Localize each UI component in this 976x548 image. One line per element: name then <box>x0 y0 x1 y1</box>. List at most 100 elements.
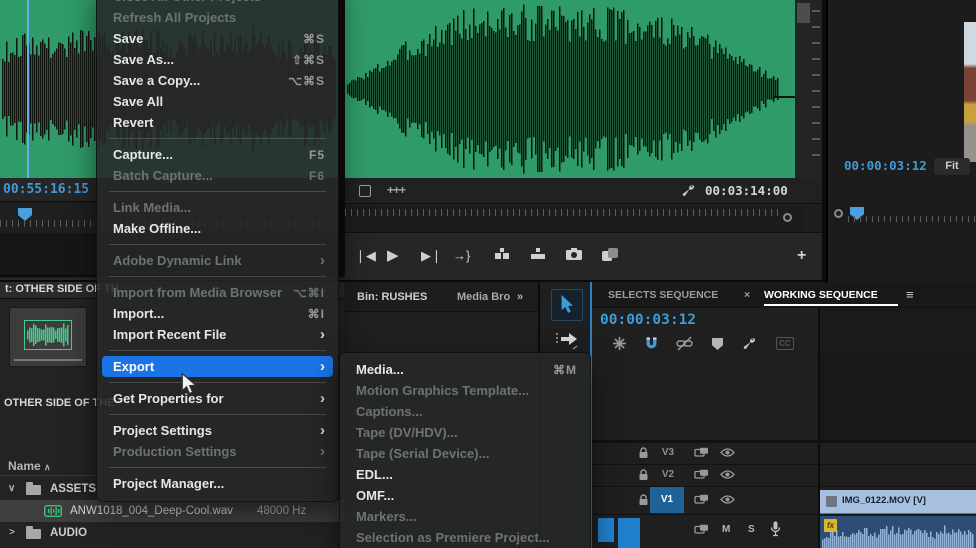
clip-mini-timeline[interactable] <box>345 205 805 232</box>
timeline-settings-wrench-icon[interactable] <box>742 336 757 351</box>
menu-item-markers: Markers... <box>340 506 590 527</box>
button-editor-icon[interactable]: + <box>797 247 806 265</box>
mute-button[interactable]: M <box>722 524 730 535</box>
overwrite-button[interactable] <box>529 247 547 263</box>
menu-item-close-all-other-projects: Close All Other Projects <box>97 0 338 7</box>
nest-sequence-icon[interactable] <box>612 336 627 351</box>
scrollbar-handle[interactable] <box>797 3 810 23</box>
menu-item-edl[interactable]: EDL... <box>340 464 590 485</box>
menu-item-revert[interactable]: Revert <box>97 112 338 133</box>
clip-row-selected[interactable]: ANW1018_004_Deep-Cool.wav 48000 Hz <box>0 500 344 522</box>
drag-audio-icon[interactable]: +++ <box>387 183 405 197</box>
export-frame-button[interactable] <box>565 247 583 261</box>
panel-menu-icon[interactable]: ≡ <box>906 282 914 308</box>
sync-lock-icon[interactable] <box>694 469 709 480</box>
menu-item-project-settings[interactable]: Project Settings › <box>97 420 338 441</box>
expand-caret-icon[interactable]: > <box>9 522 15 544</box>
menu-item-link-media: Link Media... <box>97 197 338 218</box>
lock-icon[interactable] <box>638 469 649 481</box>
insert-button[interactable] <box>493 247 511 263</box>
timeline-timecode: 00:00:03:12 <box>600 312 696 328</box>
clip-waveform-view[interactable] <box>345 0 795 178</box>
program-monitor: 00:00:03:12 Fit <box>826 0 976 282</box>
zoom-level-dropdown[interactable]: Fit <box>934 158 970 175</box>
scroll-knob-icon[interactable] <box>783 213 792 222</box>
comparison-view-button[interactable] <box>601 247 619 263</box>
submenu-arrow-icon: › <box>320 250 325 271</box>
menu-item-omf[interactable]: OMF... <box>340 485 590 506</box>
scroll-knob-icon[interactable] <box>834 209 843 218</box>
play-button[interactable]: ▶ <box>387 247 399 265</box>
track-output-eye-icon[interactable] <box>720 447 735 458</box>
source-patch-a1[interactable] <box>598 518 614 542</box>
menu-separator <box>97 186 338 197</box>
ruler-ticks <box>848 216 976 222</box>
panel-divider[interactable] <box>338 0 345 275</box>
waveform-thumbnail-frame <box>24 320 72 350</box>
track-output-eye-icon[interactable] <box>720 494 735 505</box>
timeline-clip-audio[interactable]: fx <box>820 516 976 548</box>
menu-item-save-as[interactable]: Save As... ⇧⌘S <box>97 49 338 70</box>
tab-close-icon[interactable]: × <box>744 282 750 308</box>
clip-preview-thumbnail[interactable] <box>9 307 87 367</box>
folder-icon <box>26 485 41 495</box>
drag-video-icon[interactable] <box>359 185 371 197</box>
tab-selects-sequence[interactable]: SELECTS SEQUENCE <box>608 282 718 308</box>
menu-item-save[interactable]: Save ⌘S <box>97 28 338 49</box>
bin-row-audio[interactable]: > AUDIO <box>0 522 344 544</box>
menu-separator <box>97 133 338 144</box>
selection-tool-button[interactable] <box>551 289 583 321</box>
thumbnail-scrubber[interactable] <box>14 359 82 361</box>
playhead-line[interactable] <box>27 0 29 178</box>
ruler-ticks <box>345 209 781 216</box>
program-mini-timeline[interactable] <box>828 200 976 230</box>
timeline-track-area-lower <box>820 354 976 440</box>
tab-overflow-icon[interactable]: » <box>517 282 523 312</box>
folder-icon <box>26 529 41 539</box>
step-forward-button[interactable]: ▶❘ <box>421 247 442 265</box>
menu-item-import[interactable]: Import... ⌘I <box>97 303 338 324</box>
clip-monitor-timecode: 00:03:14:00 <box>705 183 788 198</box>
sync-lock-icon[interactable] <box>694 524 709 535</box>
submenu-arrow-icon: › <box>320 356 325 377</box>
track-label-v3[interactable]: V3 <box>654 447 682 458</box>
timeline-toolbar: CC <box>592 334 818 356</box>
settings-wrench-icon[interactable] <box>681 183 696 198</box>
sync-lock-icon[interactable] <box>694 447 709 458</box>
go-to-out-button[interactable]: →} <box>453 247 470 265</box>
sync-lock-icon[interactable] <box>694 494 709 505</box>
menu-item-export-media[interactable]: Media... ⌘M <box>340 359 590 380</box>
sample-rate: 48000 Hz <box>257 500 306 522</box>
track-select-forward-tool[interactable] <box>553 330 581 352</box>
linked-selection-icon[interactable] <box>676 336 693 351</box>
menu-item-import-recent-file[interactable]: Import Recent File › <box>97 324 338 345</box>
level-ticks <box>812 10 820 168</box>
menu-item-make-offline[interactable]: Make Offline... <box>97 218 338 239</box>
track-label-v2[interactable]: V2 <box>654 469 682 480</box>
menu-item-get-properties-for[interactable]: Get Properties for › <box>97 388 338 409</box>
solo-button[interactable]: S <box>748 524 755 535</box>
export-submenu: Media... ⌘M Motion Graphics Template... … <box>339 352 591 548</box>
add-marker-icon[interactable] <box>712 338 723 350</box>
tab-bin-rushes[interactable]: Bin: RUSHES <box>357 282 427 312</box>
step-back-button[interactable]: ❘◀ <box>355 247 376 265</box>
menu-item-project-manager[interactable]: Project Manager... <box>97 473 338 494</box>
track-header-a1[interactable] <box>618 518 640 548</box>
lock-icon[interactable] <box>638 494 649 506</box>
audio-clip-waveform <box>820 522 976 548</box>
menu-item-capture[interactable]: Capture... F5 <box>97 144 338 165</box>
track-output-eye-icon[interactable] <box>720 469 735 480</box>
snap-magnet-icon[interactable] <box>644 336 659 351</box>
track-label-v1-targeted[interactable]: V1 <box>650 487 684 513</box>
menu-item-selection-as-premiere-project: Selection as Premiere Project... <box>340 527 590 548</box>
menu-separator <box>97 345 338 356</box>
captions-icon[interactable]: CC <box>776 337 794 350</box>
menu-item-export[interactable]: Export › <box>102 356 333 377</box>
timeline-clip-video[interactable]: IMG_0122.MOV [V] <box>820 490 976 514</box>
menu-item-save-all[interactable]: Save All <box>97 91 338 112</box>
menu-item-save-a-copy[interactable]: Save a Copy... ⌥⌘S <box>97 70 338 91</box>
tab-media-browser[interactable]: Media Bro <box>457 282 510 312</box>
voiceover-mic-icon[interactable] <box>770 521 781 537</box>
collapse-caret-icon[interactable]: ∨ <box>8 478 15 500</box>
lock-icon[interactable] <box>638 447 649 459</box>
